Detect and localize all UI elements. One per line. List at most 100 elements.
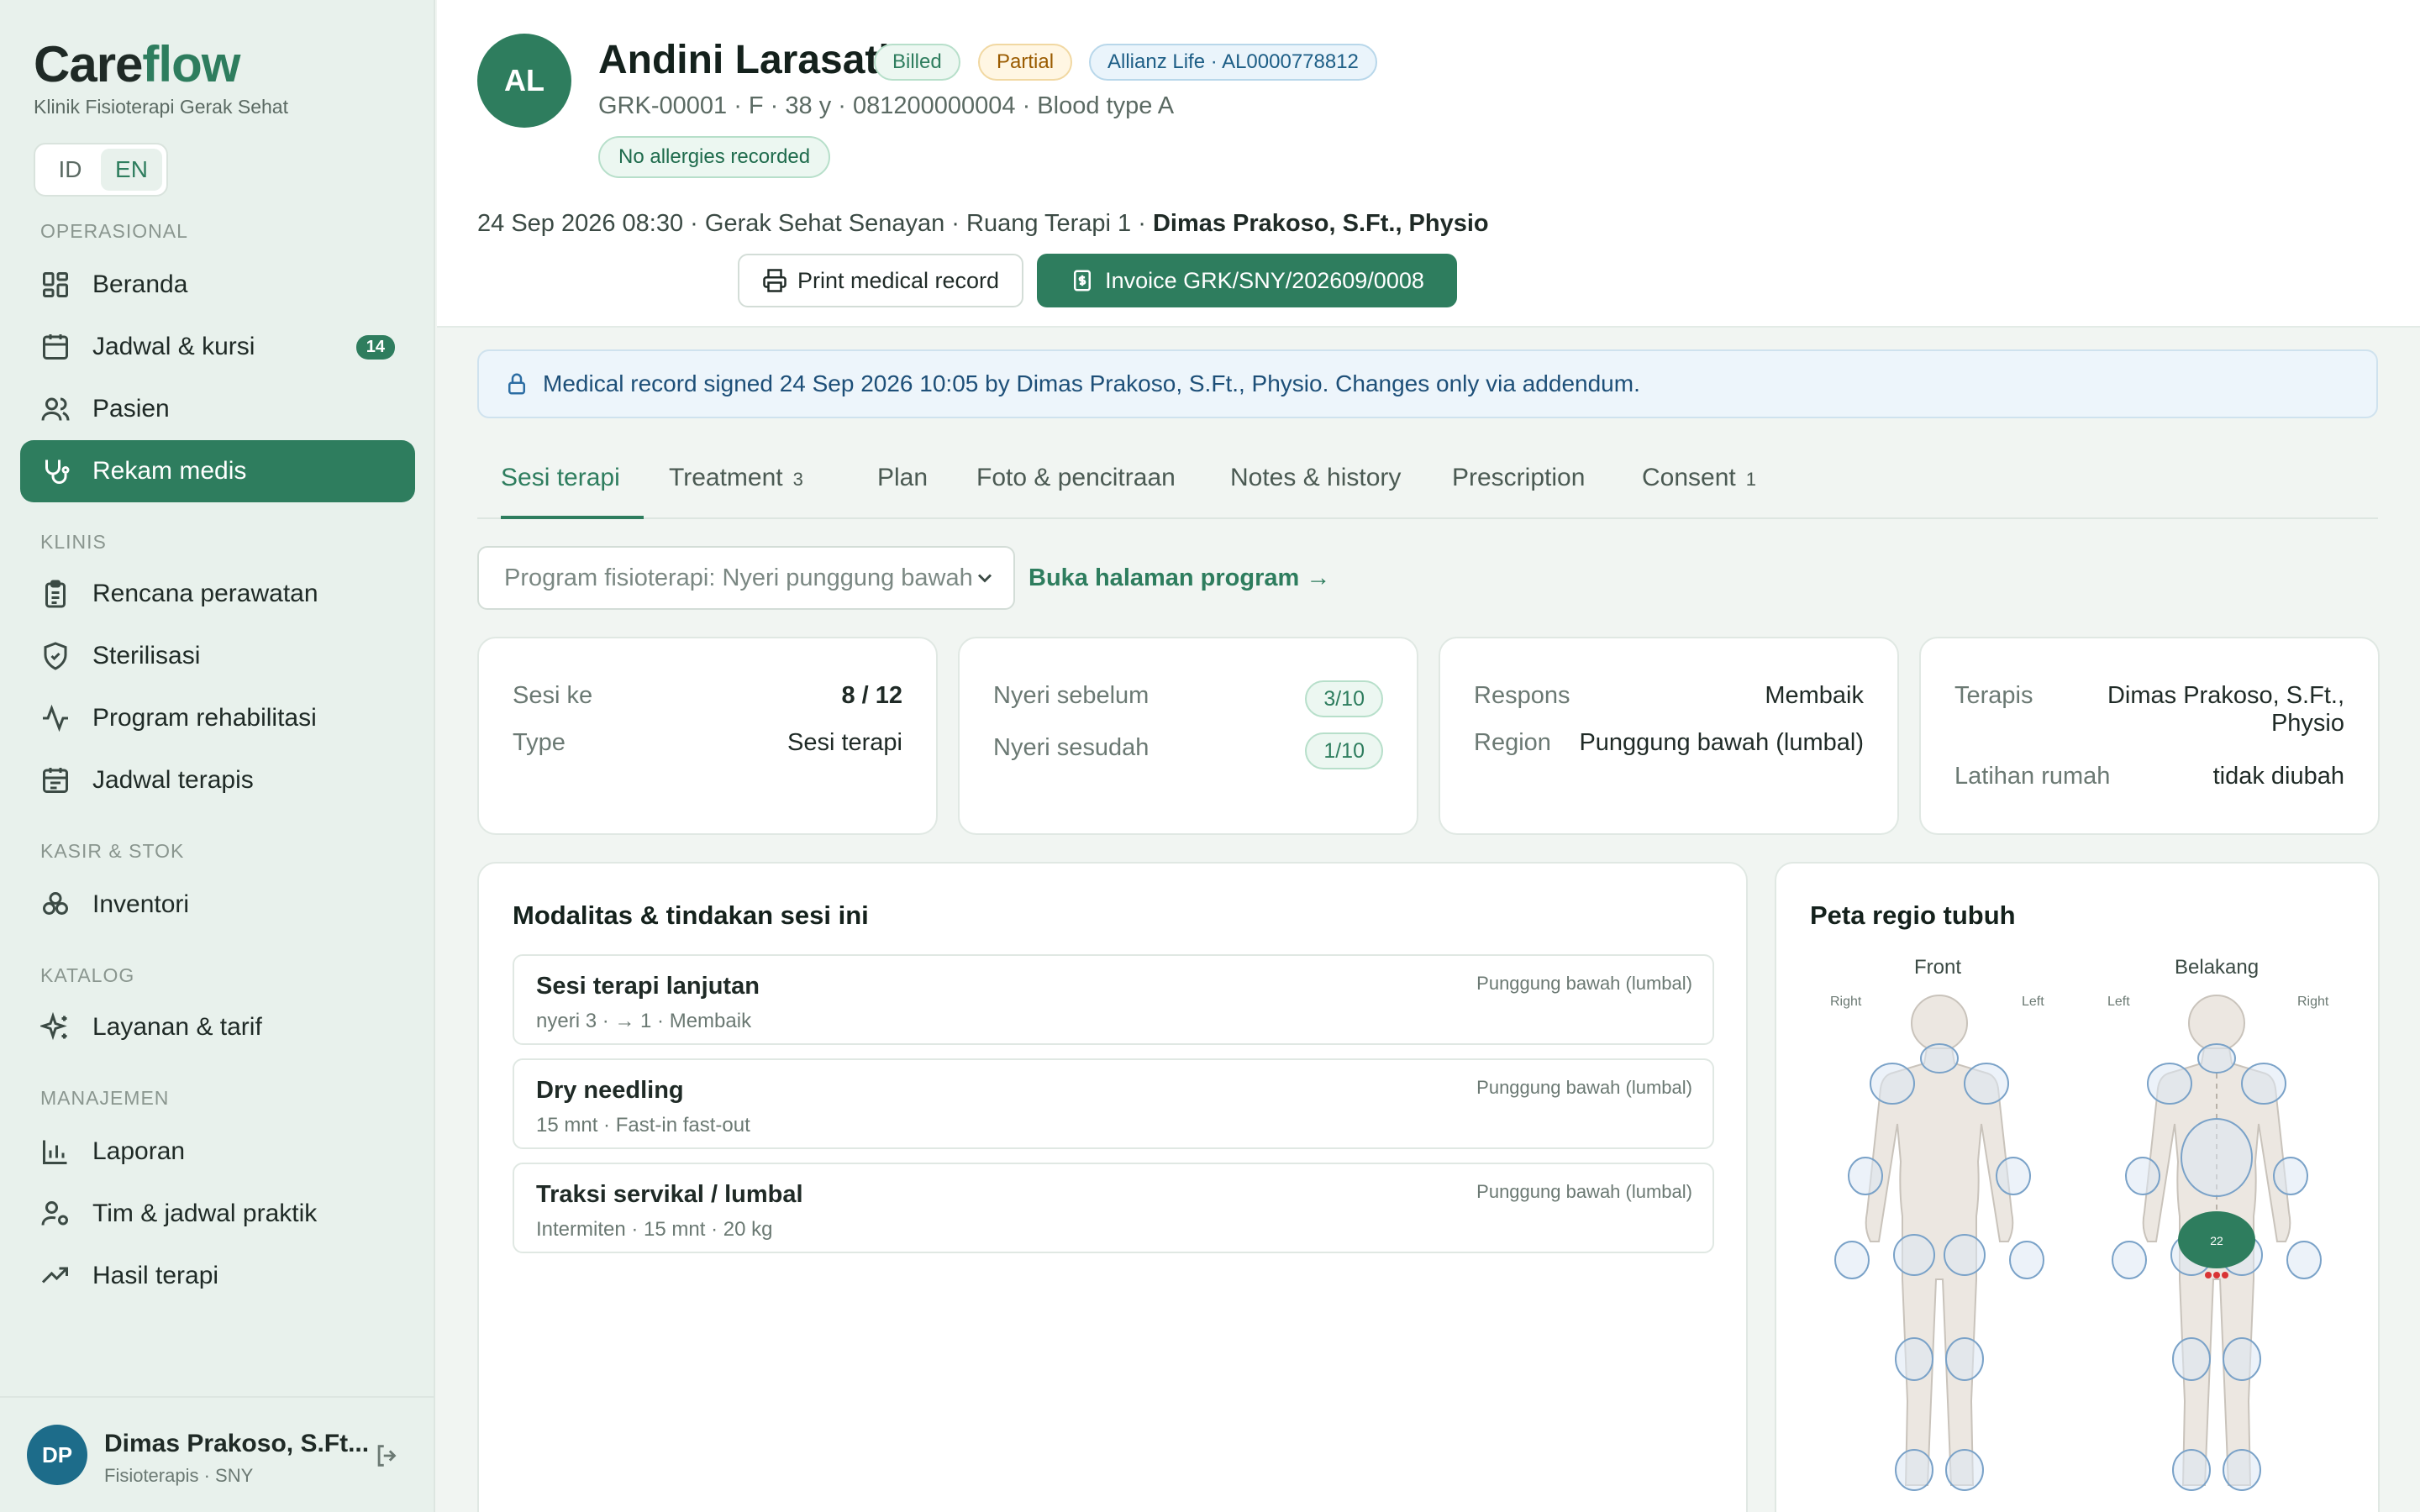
item-subtitle: Intermiten · 15 mnt · 20 kg: [536, 1218, 773, 1241]
app-logo[interactable]: Careflow: [34, 35, 240, 93]
sidebar-item-rencana-perawatan[interactable]: Rencana perawatan: [20, 563, 415, 625]
tab-treatment[interactable]: Treatment 3: [669, 464, 803, 519]
joint-elbow-back-right: [2273, 1157, 2308, 1195]
calendar-icon: [43, 334, 68, 360]
sidebar-item-layanan-tarif[interactable]: Layanan & tarif: [20, 996, 415, 1058]
invoice-button[interactable]: Invoice GRK/SNY/202609/0008: [1037, 254, 1457, 307]
tab-prescription[interactable]: Prescription: [1452, 464, 1585, 519]
sidebar-item-beranda[interactable]: Beranda: [20, 254, 415, 316]
pain-before-label: Nyeri sebelum: [993, 682, 1150, 709]
item-region: Punggung bawah (lumbal): [1476, 973, 1692, 994]
joint-elbow-back-left: [2125, 1157, 2160, 1195]
therapist-label: Terapis: [1954, 682, 2033, 709]
tab-foto-pencitraan[interactable]: Foto & pencitraan: [976, 464, 1176, 519]
pain-after-label: Nyeri sesudah: [993, 734, 1150, 761]
sidebar-item-tim-jadwal[interactable]: Tim & jadwal praktik: [20, 1183, 415, 1245]
joint-knee-back-right: [2223, 1337, 2261, 1381]
modalities-title: Modalitas & tindakan sesi ini: [513, 900, 869, 930]
patient-name: Andini Larasati: [598, 38, 890, 82]
item-subtitle: 15 mnt · Fast-in fast-out: [536, 1114, 750, 1137]
joint-elbow-right: [1848, 1157, 1883, 1195]
record-tabs: Sesi terapi Treatment 3 Plan Foto & penci…: [477, 460, 2378, 519]
visit-info: 24 Sep 2026 08:30 · Gerak Sehat Senayan …: [477, 210, 1489, 237]
avatar[interactable]: DP: [27, 1425, 87, 1485]
body-map-title: Peta regio tubuh: [1810, 900, 2016, 930]
billed-badge: Billed: [874, 44, 960, 81]
list-item[interactable]: Dry needling 15 mnt · Fast-in fast-out P…: [513, 1058, 1714, 1149]
region-thoracic: [2181, 1118, 2253, 1197]
print-record-button[interactable]: Print medical record: [738, 254, 1023, 307]
sidebar-item-jadwal-terapis[interactable]: Jadwal terapis: [20, 749, 415, 811]
body-map-card: Peta regio tubuh Front Belakang Right Le…: [1775, 862, 2380, 1512]
tab-consent[interactable]: Consent 1: [1642, 464, 1756, 519]
sidebar-item-rekam-medis[interactable]: Rekam medis: [20, 440, 415, 502]
modalities-card: Modalitas & tindakan sesi ini Sesi terap…: [477, 862, 1748, 1512]
joint-ankle-left: [1945, 1449, 1984, 1491]
item-subtitle: nyeri 3 · → 1 · Membaik: [536, 1010, 752, 1032]
response-value: Membaik: [1765, 682, 1864, 709]
home-exercise-value: tidak diubah: [2212, 763, 2344, 790]
tab-count: 3: [792, 469, 803, 490]
tab-sesi-terapi[interactable]: Sesi terapi: [501, 464, 644, 519]
sidebar-item-label: Hasil terapi: [92, 1262, 219, 1289]
joint-shoulder-right: [1870, 1063, 1915, 1105]
calendar-icon: [43, 768, 68, 793]
pain-dot: [2222, 1272, 2228, 1278]
open-program-link[interactable]: Buka halaman program →: [1028, 564, 1330, 592]
joint-ankle-back-left: [2172, 1449, 2211, 1491]
item-title: Traksi servikal / lumbal: [536, 1181, 803, 1208]
session-card: Sesi ke 8 / 12 Type Sesi terapi: [477, 637, 938, 835]
sidebar-item-label: Jadwal terapis: [92, 766, 254, 794]
joint-ankle-right: [1895, 1449, 1933, 1491]
sidebar-item-hasil-terapi[interactable]: Hasil terapi: [20, 1245, 415, 1307]
joint-shoulder-back-right: [2241, 1063, 2286, 1105]
tab-plan[interactable]: Plan: [877, 464, 928, 519]
printer-icon: [763, 269, 786, 292]
item-title: Dry needling: [536, 1077, 684, 1104]
sparkles-icon: [40, 1012, 67, 1041]
lang-en-option[interactable]: EN: [101, 149, 162, 191]
shield-icon: [44, 642, 67, 670]
section-label-manajemen: MANAJEMEN: [40, 1087, 170, 1109]
sidebar-item-pasien[interactable]: Pasien: [20, 378, 415, 440]
sidebar-item-label: Rekam medis: [92, 457, 247, 485]
logout-icon[interactable]: [373, 1441, 402, 1470]
joint-knee-right: [1895, 1337, 1933, 1381]
chevron-down-icon: [977, 574, 992, 583]
sidebar-item-label: Sterilisasi: [92, 642, 201, 669]
section-label-kasir: KASIR & STOK: [40, 840, 185, 862]
home-exercise-label: Latihan rumah: [1954, 763, 2111, 790]
list-item[interactable]: Traksi servikal / lumbal Intermiten · 15…: [513, 1163, 1714, 1253]
list-item[interactable]: Sesi terapi lanjutan nyeri 3 · → 1 · Mem…: [513, 954, 1714, 1045]
user-cog-icon: [41, 1201, 68, 1226]
count-badge: 14: [355, 334, 395, 360]
patient-header: AL Andini Larasati Billed Partial Allian…: [437, 0, 2420, 328]
lang-id-option[interactable]: ID: [39, 149, 101, 191]
sidebar-item-label: Jadwal & kursi: [92, 333, 255, 360]
sidebar-item-inventori[interactable]: Inventori: [20, 874, 415, 936]
program-select[interactable]: Program fisioterapi: Nyeri punggung bawa…: [477, 546, 1015, 610]
sidebar-item-sterilisasi[interactable]: Sterilisasi: [20, 625, 415, 687]
type-value: Sesi terapi: [786, 729, 902, 756]
clinic-name: Klinik Fisioterapi Gerak Sehat: [34, 96, 288, 118]
sidebar-item-jadwal-kursi[interactable]: Jadwal & kursi 14: [20, 316, 415, 378]
front-label: Front: [1914, 956, 1962, 979]
tab-notes-history[interactable]: Notes & history: [1230, 464, 1401, 519]
sidebar: Careflow Klinik Fisioterapi Gerak Sehat …: [0, 0, 435, 1512]
region-label: Region: [1474, 729, 1551, 756]
joint-shoulder-left: [1964, 1063, 2009, 1105]
stethoscope-icon: [45, 459, 70, 484]
pain-dot: [2213, 1272, 2220, 1278]
trending-up-icon: [41, 1267, 68, 1284]
joint-wrist-back-left: [2112, 1241, 2147, 1279]
joint-ankle-back-right: [2223, 1449, 2261, 1491]
item-region: Punggung bawah (lumbal): [1476, 1077, 1692, 1098]
joint-neck-back: [2197, 1043, 2236, 1074]
users-icon: [41, 397, 70, 421]
patient-avatar: AL: [477, 34, 571, 128]
back-label: Belakang: [2175, 956, 2260, 979]
region-value: Punggung bawah (lumbal): [1579, 729, 1864, 756]
sidebar-item-program-rehabilitasi[interactable]: Program rehabilitasi: [20, 687, 415, 749]
boxes-icon: [43, 892, 68, 915]
sidebar-item-laporan[interactable]: Laporan: [20, 1121, 415, 1183]
